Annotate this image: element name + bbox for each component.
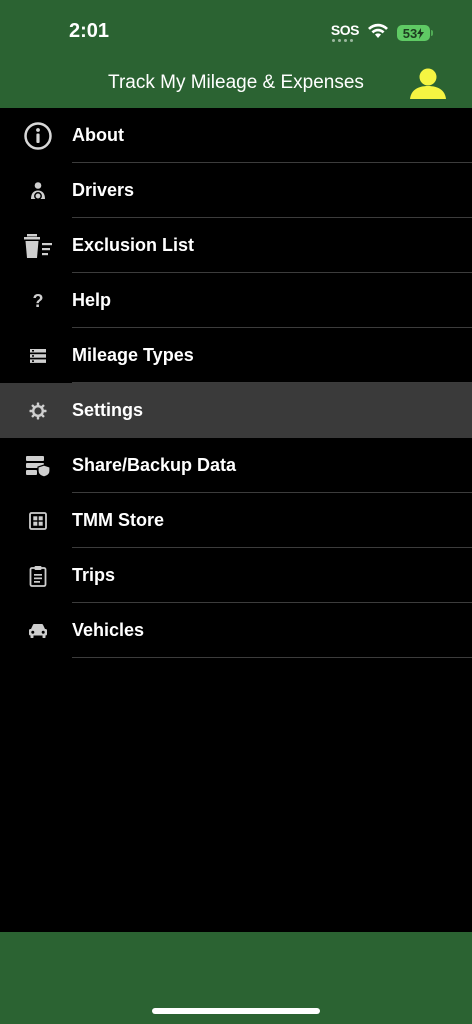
menu-item-label: About — [72, 125, 124, 145]
battery-level: 53 — [402, 25, 418, 41]
menu-item-help[interactable]: ? Help — [0, 273, 472, 328]
list-icon — [22, 340, 54, 372]
menu-item-about[interactable]: About — [0, 108, 472, 163]
divider — [72, 657, 472, 658]
menu-item-label: Mileage Types — [72, 345, 194, 365]
menu-item-share-backup-data[interactable]: Share/Backup Data — [0, 438, 472, 493]
menu-item-label: TMM Store — [72, 510, 164, 530]
gear-icon — [22, 395, 54, 427]
app-header: Track My Mileage & Expenses — [0, 62, 472, 108]
menu-item-label: Trips — [72, 565, 116, 585]
charging-bolt-icon — [417, 27, 425, 39]
menu-item-label: Vehicles — [72, 620, 145, 640]
signal-dots — [331, 39, 353, 42]
menu-item-drivers[interactable]: Drivers — [0, 163, 472, 218]
menu-item-label: Help — [72, 290, 112, 310]
menu-item-label: Drivers — [72, 180, 135, 200]
person-icon — [410, 68, 446, 99]
menu-item-label: Share/Backup Data — [72, 455, 237, 475]
status-indicators: SOS 53 — [330, 22, 433, 44]
menu-item-exclusion-list[interactable]: Exclusion List — [0, 218, 472, 273]
menu-item-trips[interactable]: Trips — [0, 548, 472, 603]
status-bar: 2:01 SOS 53 — [0, 0, 472, 62]
side-menu: About Drivers Exclusion List ? Help Mile… — [0, 108, 472, 658]
backup-icon — [22, 450, 54, 482]
car-icon — [22, 615, 54, 647]
menu-item-settings[interactable]: Settings — [0, 383, 472, 438]
menu-item-tmm-store[interactable]: TMM Store — [0, 493, 472, 548]
sos-indicator: SOS — [330, 22, 360, 42]
menu-item-mileage-types[interactable]: Mileage Types — [0, 328, 472, 383]
trash-list-icon — [22, 230, 54, 262]
status-time: 2:01 — [69, 20, 110, 42]
driver-icon — [22, 175, 54, 207]
battery-indicator: 53 — [397, 25, 433, 41]
sos-text: SOS — [330, 22, 360, 38]
wifi-icon — [367, 23, 389, 44]
menu-item-label: Settings — [72, 400, 144, 420]
menu-item-vehicles[interactable]: Vehicles — [0, 603, 472, 658]
home-indicator[interactable] — [152, 1008, 320, 1014]
store-icon — [22, 505, 54, 537]
question-icon: ? — [32, 290, 44, 311]
clipboard-icon — [22, 560, 54, 592]
info-icon — [22, 120, 54, 152]
page-title: Track My Mileage & Expenses — [108, 72, 364, 93]
menu-item-label: Exclusion List — [72, 235, 195, 255]
profile-button[interactable] — [408, 67, 448, 101]
